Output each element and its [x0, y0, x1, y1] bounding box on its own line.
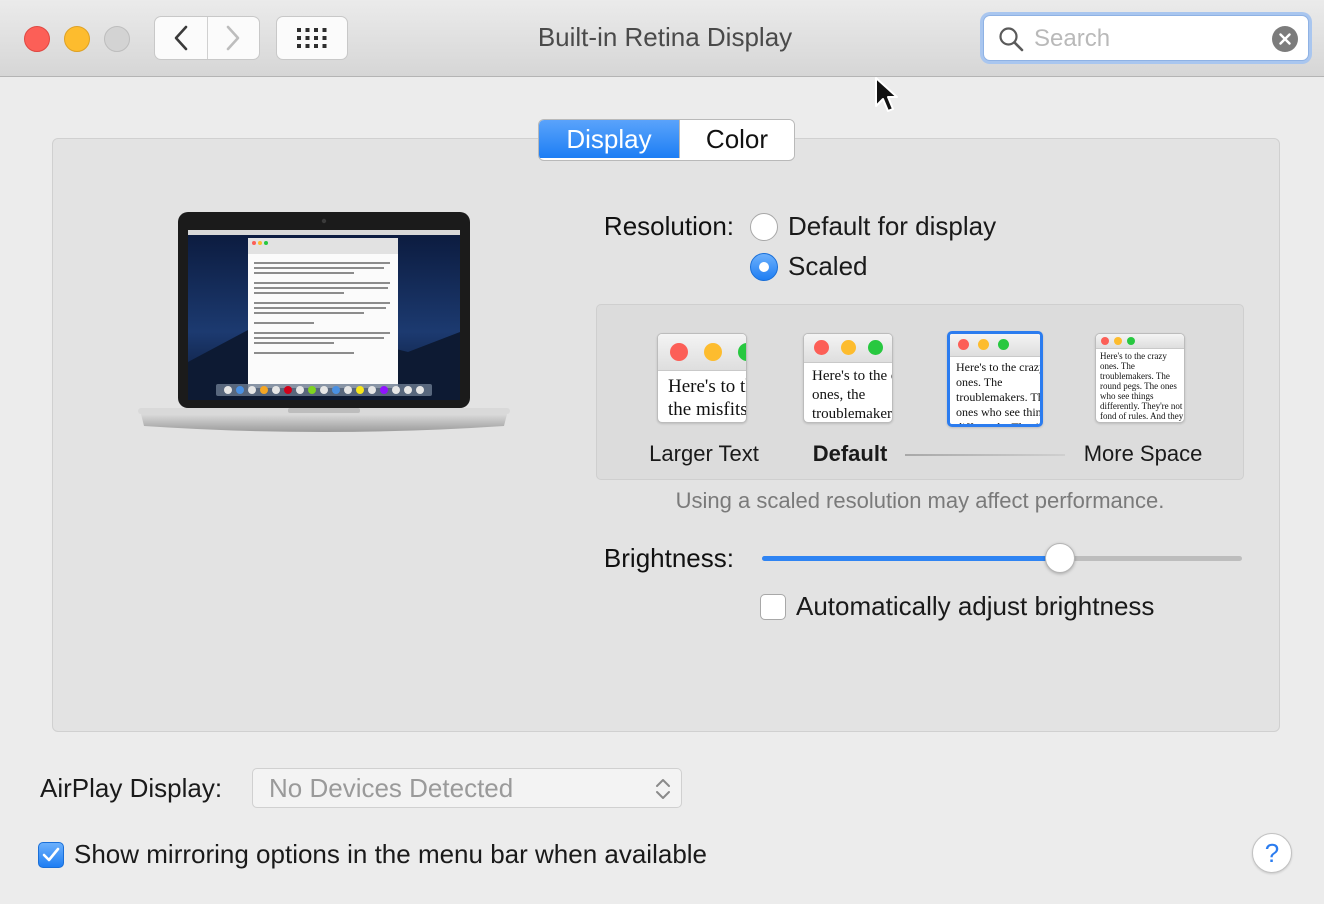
airplay-display-value: No Devices Detected: [269, 772, 514, 803]
search-field[interactable]: [983, 15, 1309, 61]
auto-brightness-checkbox[interactable]: Automatically adjust brightness: [760, 591, 1154, 622]
scaled-option-selected[interactable]: Here's to the crazy ones. The troublemak…: [947, 331, 1043, 427]
chevron-right-icon: [226, 25, 240, 51]
forward-button[interactable]: [206, 17, 260, 59]
label-larger-text: Larger Text: [649, 441, 759, 466]
brightness-slider-fill: [762, 556, 1060, 561]
show-mirroring-label: Show mirroring options in the menu bar w…: [74, 839, 708, 869]
airplay-display-label: AirPlay Display:: [40, 773, 223, 803]
checkbox-checked[interactable]: [38, 841, 64, 868]
scaled-sample-text: Here's to the crazy ones. The troublemak…: [956, 360, 1043, 424]
macbook-display-illustration: [138, 212, 510, 432]
close-window-button[interactable]: [24, 26, 50, 52]
back-forward-control: [154, 16, 260, 60]
minimize-window-button[interactable]: [64, 26, 90, 52]
checkmark-icon: [42, 847, 60, 861]
updown-chevron-icon: [656, 779, 670, 799]
zoom-window-button: [104, 26, 130, 52]
search-input[interactable]: [1032, 22, 1266, 56]
search-icon: [999, 27, 1024, 52]
tab-display[interactable]: Display: [539, 120, 679, 158]
checkbox-unchecked[interactable]: [760, 593, 786, 620]
scaled-option-larger-text[interactable]: Here's to the crazy ones, the misfits, t…: [657, 333, 747, 423]
scale-divider-line: [905, 454, 1065, 456]
radio-button-off[interactable]: [750, 212, 778, 241]
x-icon: [1279, 33, 1291, 45]
resolution-label: Resolution:: [603, 211, 734, 241]
search-field-focus-ring: [980, 12, 1312, 64]
brightness-slider-knob[interactable]: [1044, 543, 1075, 573]
back-button[interactable]: [155, 17, 207, 59]
scaled-option-default[interactable]: Here's to the crazy ones, the troublemak…: [803, 333, 893, 423]
title-bar: Built-in Retina Display: [0, 0, 1324, 77]
show-mirroring-checkbox[interactable]: Show mirroring options in the menu bar w…: [38, 839, 707, 870]
scaled-sample-text: Here's to the crazy ones, the troublemak…: [812, 368, 893, 422]
brightness-label: Brightness:: [603, 543, 734, 573]
window-title: Built-in Retina Display: [537, 22, 793, 52]
display-color-tabs: Display Color: [538, 119, 795, 161]
brightness-slider[interactable]: [762, 543, 1242, 573]
airplay-display-select[interactable]: No Devices Detected: [252, 768, 682, 808]
scaled-resolution-options: Here's to the crazy ones, the misfits, t…: [596, 304, 1244, 480]
scaled-sample-text: Here's to the crazy ones, the misfits, t…: [668, 376, 747, 420]
help-button[interactable]: ?: [1252, 833, 1292, 873]
radio-label-default: Default for display: [788, 211, 997, 241]
scaled-performance-note: Using a scaled resolution may affect per…: [675, 488, 1165, 513]
show-all-button[interactable]: [276, 16, 348, 60]
label-default: Default: [812, 441, 888, 466]
radio-label-scaled: Scaled: [788, 251, 868, 281]
clear-search-icon[interactable]: [1272, 26, 1298, 52]
scaled-option-more-space[interactable]: Here's to the crazy ones. The troublemak…: [1095, 333, 1185, 423]
radio-button-on[interactable]: [750, 252, 778, 281]
mouse-pointer-icon: [875, 77, 898, 112]
chevron-left-icon: [174, 25, 188, 51]
question-mark-icon: ?: [1264, 837, 1280, 868]
grid-icon: [297, 28, 327, 48]
radio-scaled[interactable]: Scaled: [750, 251, 868, 282]
tab-color[interactable]: Color: [679, 120, 794, 158]
label-more-space: More Space: [1083, 441, 1203, 466]
radio-default-for-display[interactable]: Default for display: [750, 211, 996, 242]
auto-brightness-label: Automatically adjust brightness: [796, 591, 1155, 621]
scaled-sample-text: Here's to the crazy ones. The troublemak…: [1100, 351, 1184, 422]
